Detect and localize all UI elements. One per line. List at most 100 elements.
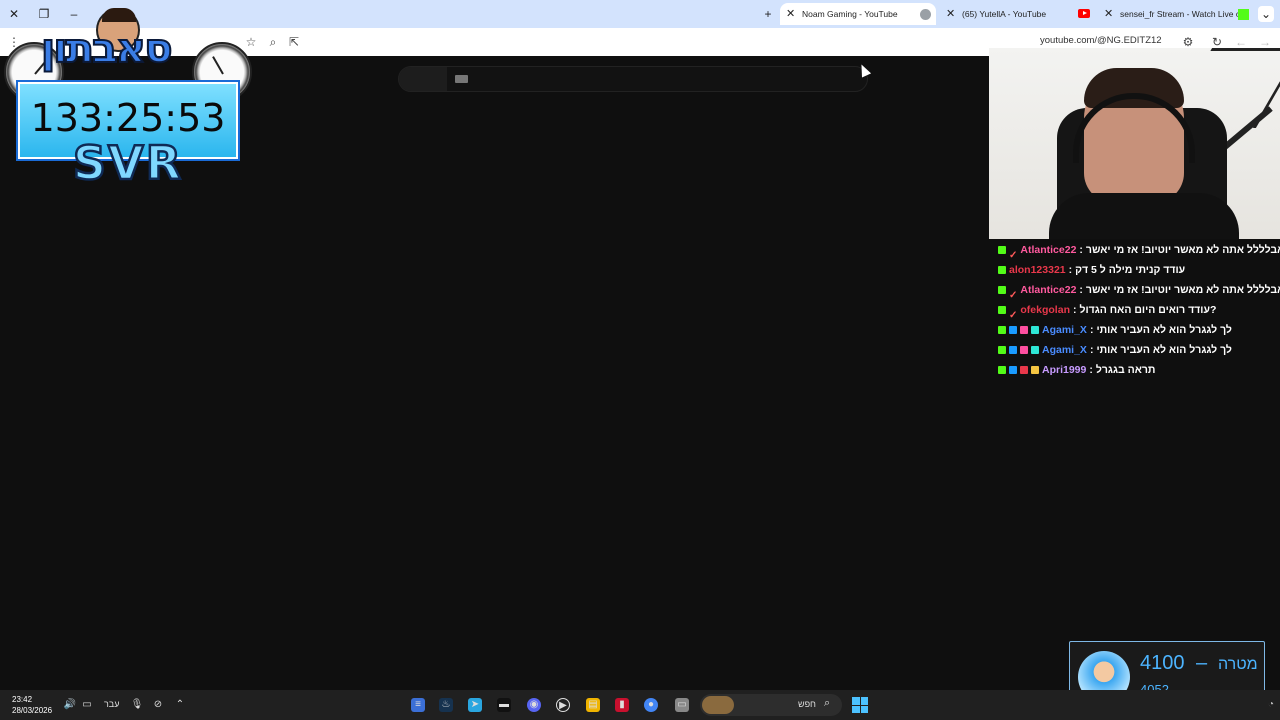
chat-username[interactable]: Agami_X	[1042, 344, 1087, 356]
chat-separator: :	[1068, 264, 1073, 276]
screen: ✕ ❐ – + ✕ Noam Gaming - YouTube ✕ (65) Y…	[0, 0, 1280, 720]
chat-separator: :	[1089, 364, 1093, 376]
heart-badge-icon	[1020, 366, 1028, 375]
chat-username[interactable]: Atlantice22	[1020, 244, 1076, 256]
tab-sensei[interactable]: ✕ sensei_fr Stream - Watch Live o	[1098, 3, 1254, 25]
timer-value: 133:25:53	[30, 96, 226, 140]
address-bar[interactable]: youtube.com/@NG.EDITZ12	[1040, 35, 1162, 46]
search-bar[interactable]	[398, 66, 868, 92]
share-icon[interactable]: ⇱	[286, 34, 302, 50]
search-button[interactable]	[399, 67, 447, 91]
chat-username[interactable]: Atlantice22	[1020, 284, 1076, 296]
zoom-icon[interactable]: ⌕	[265, 34, 281, 50]
tab-close-icon[interactable]: ✕	[946, 3, 955, 25]
new-tab-button[interactable]: +	[760, 6, 776, 22]
chat-text: לך לגגרל הוא לא העביר אותי	[1096, 324, 1232, 336]
goal-dash: –	[1196, 652, 1208, 674]
kick-badge-icon	[998, 366, 1006, 375]
kick-badge-icon	[998, 326, 1006, 335]
file-explorer-icon[interactable]: ▤	[586, 698, 600, 712]
goal-label: מטרה	[1218, 656, 1258, 673]
chat-text: תראה בגגרל	[1095, 364, 1156, 376]
chat-separator: :	[1079, 284, 1083, 296]
chat-separator: :	[1072, 304, 1077, 316]
goal-target: 4100	[1140, 652, 1185, 674]
verified-check-icon: ✓	[1009, 310, 1018, 320]
kick-badge-icon	[998, 346, 1006, 355]
star-icon[interactable]: ☆	[243, 34, 259, 50]
chat-text: ?אבלללל אתה לא מאשר יוטיוב! אז מי יאשר	[1085, 244, 1280, 256]
gift-badge-icon	[1031, 326, 1039, 335]
brush-badge-icon	[1020, 326, 1028, 335]
kick-badge-icon	[998, 306, 1006, 315]
media-player-icon[interactable]: ▶	[556, 698, 570, 712]
chat-message: ✓ Atlantice22: ?אבלללל אתה לא מאשר יוטיוב!…	[998, 240, 1280, 260]
windows-taskbar: 23:42 28/03/2026 🔊 ▭ עבר 🎙 ⊘ ⌃ ≡ ♨ ➤ ▬ ◉…	[0, 690, 1280, 720]
chat-message: ✓ ofekgolan: ?עודד רואים היום האח הגדול	[998, 300, 1280, 320]
app-red-icon[interactable]: ▮	[615, 698, 629, 712]
browser-tab-strip: ✕ ❐ – + ✕ Noam Gaming - YouTube ✕ (65) Y…	[0, 0, 1280, 28]
chevron-up-icon[interactable]: ⌃	[173, 698, 187, 712]
kick-badge-icon	[998, 266, 1006, 275]
clock-widget[interactable]: 23:42 28/03/2026	[12, 694, 52, 716]
tab-yutella[interactable]: ✕ (65) YutellA - YouTube	[940, 3, 1096, 25]
steam-icon[interactable]: ♨	[439, 698, 453, 712]
tab-title: (65) YutellA - YouTube	[962, 9, 1047, 19]
date: 28/03/2026	[12, 706, 53, 715]
svr-label: SVR	[72, 135, 184, 192]
microphone-icon[interactable]: 🎙	[130, 698, 144, 712]
tab-close-icon[interactable]: ✕	[1104, 3, 1113, 25]
terminal-icon[interactable]: ▬	[497, 698, 511, 712]
discord-icon[interactable]: ◉	[527, 698, 541, 712]
chat-separator: :	[1089, 324, 1094, 336]
chat-text: ?עודד רואים היום האח הגדול	[1079, 304, 1217, 316]
notifications-off-icon[interactable]: ⊘	[151, 698, 165, 712]
chat-message: Agami_X: לך לגגרל הוא לא העביר אותי	[998, 340, 1280, 360]
gift-badge-icon	[1031, 346, 1039, 355]
youtube-favicon-icon	[1078, 9, 1090, 18]
webcam-feed	[989, 48, 1280, 239]
minimize-icon[interactable]: –	[66, 6, 82, 22]
subscriber-badge-icon	[1009, 326, 1017, 335]
subscriber-badge-icon	[1009, 366, 1017, 375]
chat-message: alon123321: עודד קניתי מילה ל 5 דק	[998, 260, 1280, 280]
search-label: חפש	[798, 699, 816, 709]
chat-separator: :	[1079, 244, 1083, 256]
chat-username[interactable]: alon123321	[1009, 264, 1066, 276]
chat-username[interactable]: Agami_X	[1042, 324, 1087, 336]
chat-message: Agami_X: לך לגגרל הוא לא העביר אותי	[998, 320, 1280, 340]
keyboard-icon[interactable]	[455, 75, 468, 83]
volume-icon[interactable]: 🔊	[63, 698, 77, 712]
network-icon[interactable]: ▭	[80, 698, 94, 712]
subathon-logo: סאבתון	[40, 25, 174, 73]
notification-center-icon[interactable]: ◔	[1264, 698, 1278, 712]
chat-text: לך לגגרל הוא לא העביר אותי	[1096, 344, 1232, 356]
brush-badge-icon	[1020, 346, 1028, 355]
crown-badge-icon	[1031, 366, 1039, 375]
chat-separator: :	[1089, 344, 1094, 356]
verified-check-icon: ✓	[1009, 290, 1018, 300]
tab-close-icon[interactable]: ✕	[786, 3, 795, 25]
stream-chat: ✓ Atlantice22: ?אבלללל אתה לא מאשר יוטיוב!…	[998, 240, 1280, 380]
language-indicator[interactable]: עבר	[104, 699, 119, 709]
chrome-icon[interactable]: ●	[644, 698, 658, 712]
chat-text: עודד קניתי מילה ל 5 דק	[1075, 264, 1186, 276]
verified-check-icon: ✓	[1009, 250, 1018, 260]
kick-favicon-icon	[1238, 9, 1249, 20]
time: 23:42	[12, 695, 33, 704]
kick-badge-icon	[998, 246, 1006, 255]
restore-icon[interactable]: ❐	[36, 6, 52, 22]
tab-search-icon[interactable]: ⌄	[1258, 6, 1274, 22]
telegram-icon[interactable]: ➤	[468, 698, 482, 712]
chat-username[interactable]: ofekgolan	[1020, 304, 1070, 316]
tab-noam-gaming[interactable]: ✕ Noam Gaming - YouTube	[780, 3, 936, 25]
chat-message: Apri1999: תראה בגגרל	[998, 360, 1280, 380]
notepad-icon[interactable]: ≡	[411, 698, 425, 712]
chat-message: ✓ Atlantice22: ?אבלללל אתה לא מאשר יוטיוב!…	[998, 280, 1280, 300]
tab-title: Noam Gaming - YouTube	[802, 9, 898, 19]
close-window-icon[interactable]: ✕	[6, 6, 22, 22]
taskbar-search[interactable]: חפש ⌕	[700, 694, 842, 716]
chat-username[interactable]: Apri1999	[1042, 364, 1086, 376]
task-view-icon[interactable]: ▭	[675, 698, 689, 712]
windows-start-icon[interactable]	[852, 697, 868, 713]
